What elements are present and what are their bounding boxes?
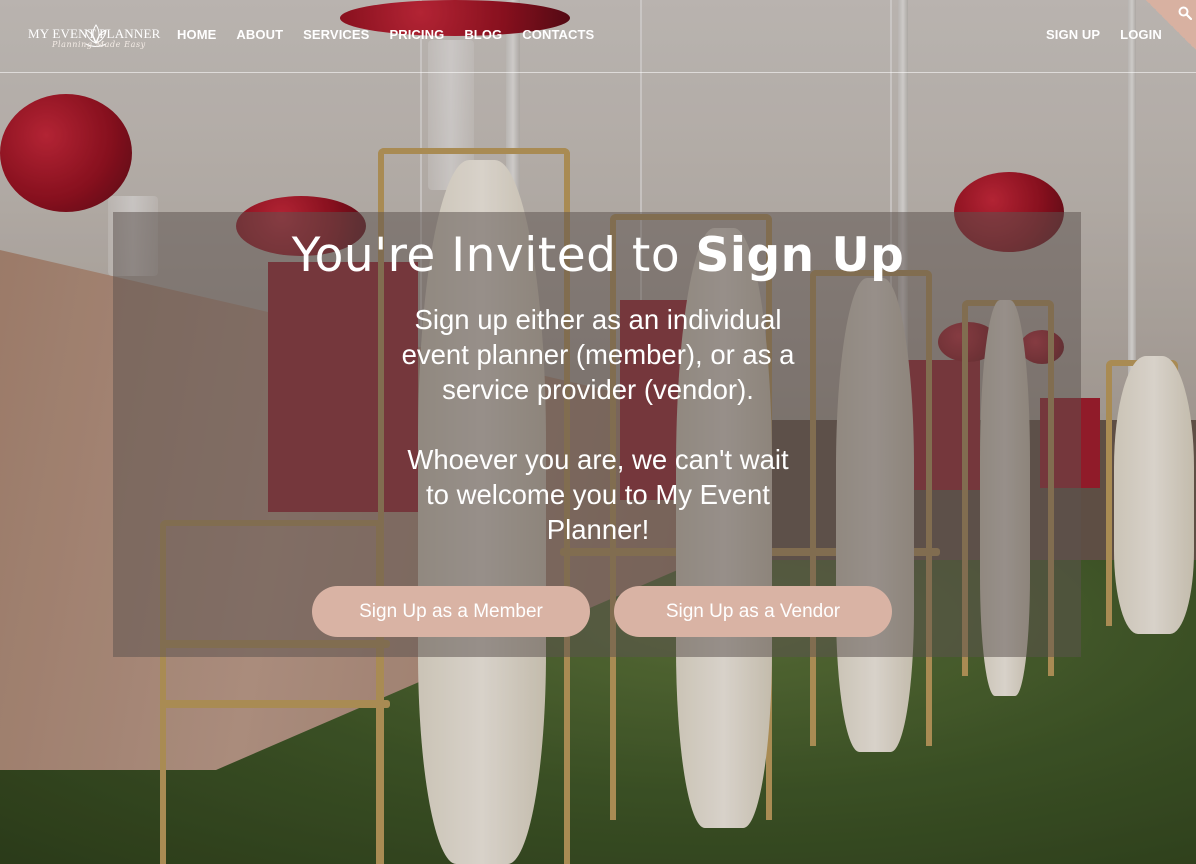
site-logo[interactable]: MY EVENT PLANNER Planning Made Easy (28, 20, 160, 54)
nav-home[interactable]: HOME (177, 27, 216, 43)
signup-vendor-button[interactable]: Sign Up as a Vendor (614, 586, 892, 637)
search-icon (1178, 6, 1192, 20)
nav-services[interactable]: SERVICES (303, 27, 369, 43)
nav-pricing[interactable]: PRICING (389, 27, 444, 43)
intro-paragraph: Sign up either as an individual event pl… (401, 304, 795, 405)
title-regular: You're Invited to (291, 228, 696, 283)
signup-link[interactable]: SIGN UP (1046, 27, 1100, 43)
main-nav: HOME ABOUT SERVICES PRICING BLOG CONTACT… (177, 27, 594, 43)
welcome-paragraph: Whoever you are, we can't wait to welcom… (407, 444, 789, 545)
page-title: You're Invited to Sign Up (0, 226, 1196, 286)
title-emphasis: Sign Up (695, 228, 905, 283)
nav-contacts[interactable]: CONTACTS (522, 27, 594, 43)
logo-tagline: Planning Made Easy (52, 40, 146, 49)
signup-member-button[interactable]: Sign Up as a Member (312, 586, 590, 637)
intro-text: Sign up either as an individual event pl… (398, 302, 798, 547)
auth-links: SIGN UP LOGIN (1046, 27, 1162, 43)
search-toggle[interactable] (1146, 0, 1196, 50)
site-header: MY EVENT PLANNER Planning Made Easy HOME… (0, 0, 1196, 73)
nav-about[interactable]: ABOUT (236, 27, 283, 43)
nav-blog[interactable]: BLOG (464, 27, 502, 43)
